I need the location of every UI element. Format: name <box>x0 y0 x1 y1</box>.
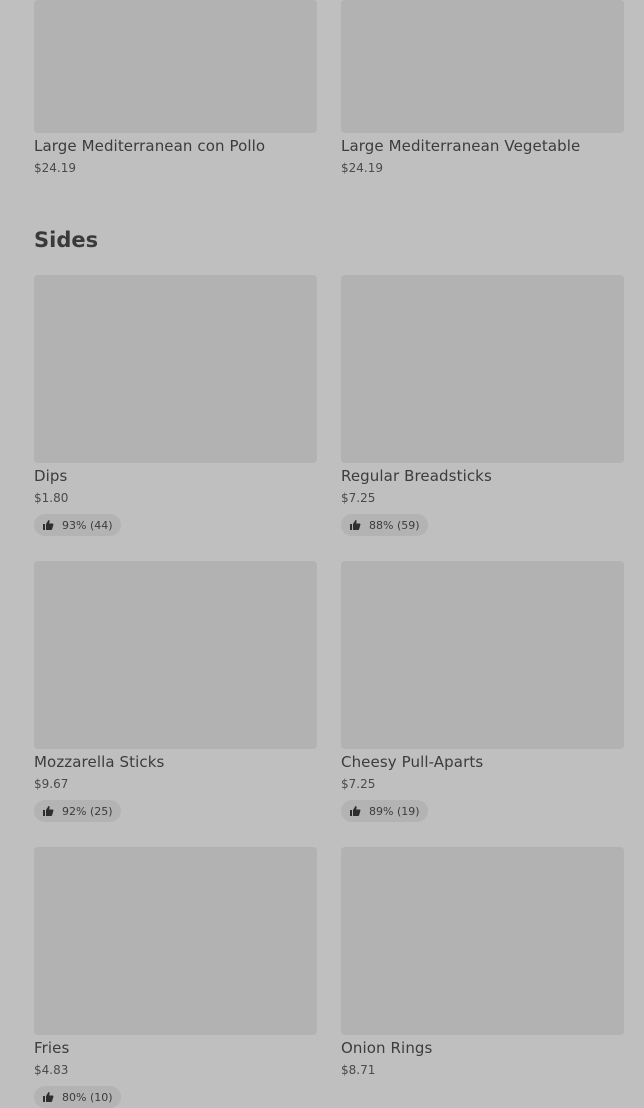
menu-item-name: Onion Rings <box>341 1039 433 1057</box>
menu-item-name: Regular Breadsticks <box>341 467 492 485</box>
menu-item-image <box>341 847 624 1035</box>
menu-item-image <box>34 275 317 463</box>
menu-item-name: Dips <box>34 467 68 485</box>
rating-badge: 89% (19) <box>341 800 428 822</box>
menu-item-image <box>34 0 317 133</box>
thumbs-up-icon <box>350 520 361 530</box>
menu-item-price: $8.71 <box>341 1063 376 1077</box>
menu-item-image <box>341 561 624 749</box>
menu-item-image <box>34 847 317 1035</box>
thumbs-up-icon <box>43 520 54 530</box>
menu-item-price: $9.67 <box>34 777 69 791</box>
rating-badge: 92% (25) <box>34 800 121 822</box>
menu-item-name: Fries <box>34 1039 70 1057</box>
menu-item-price: $7.25 <box>341 777 376 791</box>
thumbs-up-icon <box>43 806 54 816</box>
menu-item-price: $4.83 <box>34 1063 69 1077</box>
section-title: Sides <box>34 228 99 252</box>
menu-item-name: Large Mediterranean con Pollo <box>34 137 266 155</box>
rating-text: 92% (25) <box>62 804 113 818</box>
rating-text: 89% (19) <box>369 804 420 818</box>
rating-text: 88% (59) <box>369 518 420 532</box>
menu-item-name: Cheesy Pull-Aparts <box>341 753 484 771</box>
menu-item-name: Large Mediterranean Vegetable <box>341 137 581 155</box>
menu-item-price: $7.25 <box>341 491 376 505</box>
menu-item-price: $24.19 <box>341 161 383 175</box>
menu-item-price: $24.19 <box>34 161 76 175</box>
menu-item-name: Mozzarella Sticks <box>34 753 165 771</box>
menu-item-image <box>34 561 317 749</box>
menu-item-image <box>341 0 624 133</box>
menu-item-image <box>341 275 624 463</box>
thumbs-up-icon <box>43 1092 54 1102</box>
rating-badge: 80% (10) <box>34 1086 121 1108</box>
rating-badge: 88% (59) <box>341 514 428 536</box>
thumbs-up-icon <box>350 806 361 816</box>
menu-item-price: $1.80 <box>34 491 69 505</box>
rating-text: 80% (10) <box>62 1090 113 1104</box>
rating-badge: 93% (44) <box>34 514 121 536</box>
rating-text: 93% (44) <box>62 518 113 532</box>
